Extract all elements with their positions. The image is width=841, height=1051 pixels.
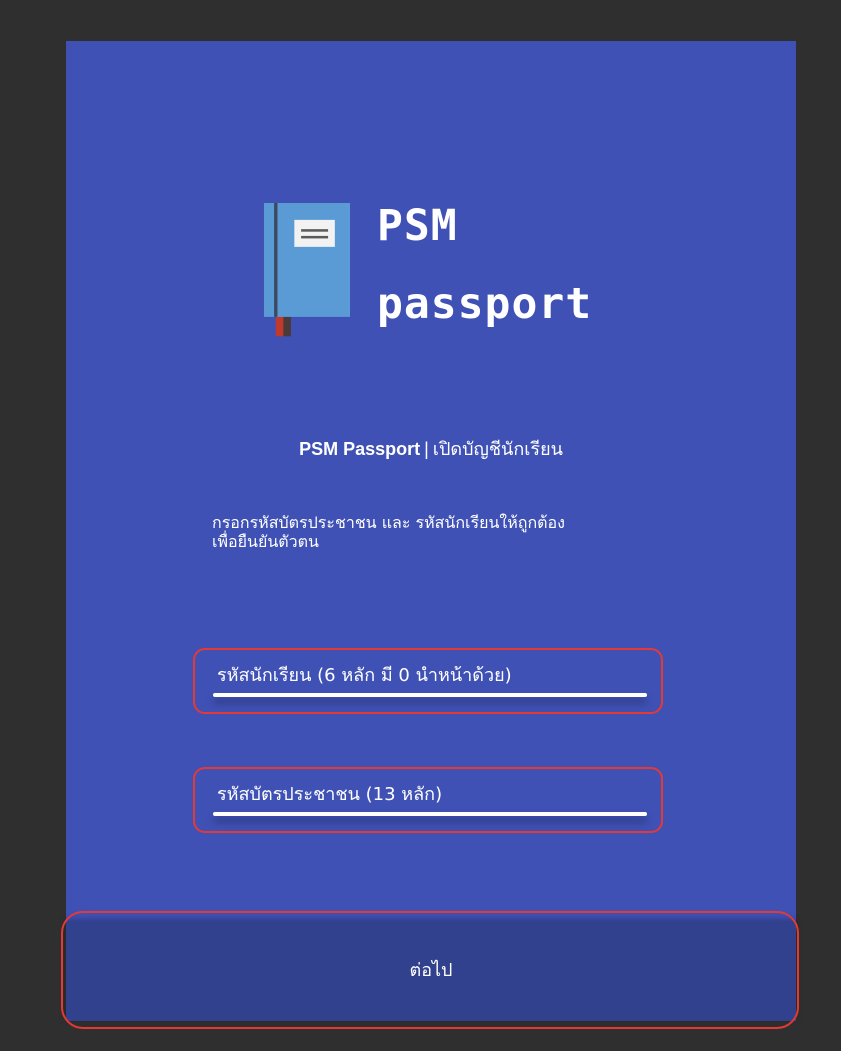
next-button[interactable]: ต่อไป (66, 921, 796, 1021)
citizen-id-input[interactable] (213, 775, 647, 815)
login-card: PSM passport PSM Passport | เปิดบัญชีนักเร… (66, 41, 796, 1021)
brand-name-line1: PSM (377, 201, 458, 251)
student-id-field: รหัสนักเรียน (6 หลัก มี 0 นำหน้าด้วย) (193, 648, 663, 714)
subtitle-separator: | (424, 439, 429, 459)
citizen-id-underline (213, 812, 647, 816)
app-name: PSM Passport (299, 439, 421, 459)
page-title: เปิดบัญชีนักเรียน (432, 439, 563, 459)
instructions-line1: กรอกรหัสบัตรประชาชน และ รหัสนักเรียนให้ถ… (212, 513, 565, 532)
instructions-text: กรอกรหัสบัตรประชาชน และ รหัสนักเรียนให้ถ… (212, 513, 672, 551)
student-id-underline (213, 693, 647, 697)
instructions-line2: เพื่อยืนยันตัวตน (212, 532, 319, 551)
student-id-input[interactable] (213, 656, 647, 696)
brand-name-line2: passport (377, 279, 593, 329)
citizen-id-field: รหัสบัตรประชาชน (13 หลัก) (193, 767, 663, 833)
passport-book-icon (263, 203, 351, 337)
app-logo: PSM passport (256, 203, 616, 368)
page-subtitle: PSM Passport | เปิดบัญชีนักเรียน (66, 434, 796, 463)
